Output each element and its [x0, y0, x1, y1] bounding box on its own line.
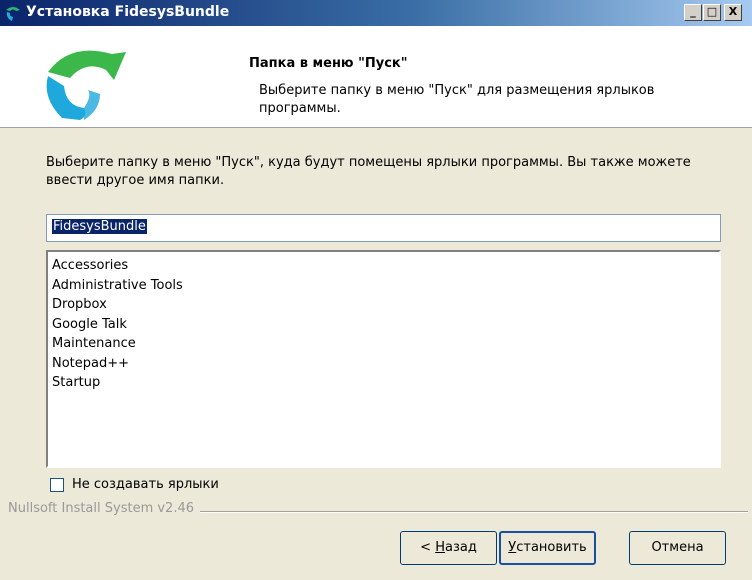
back-button-mnemonic: Н	[435, 540, 445, 555]
folder-list-item[interactable]: Accessories	[52, 256, 715, 276]
folder-list-item[interactable]: Dropbox	[52, 295, 715, 315]
back-button-prefix: <	[420, 540, 436, 555]
folder-list-item[interactable]: Administrative Tools	[52, 276, 715, 296]
folder-list-item[interactable]: Maintenance	[52, 334, 715, 354]
window-title: Установка FidesysBundle	[26, 4, 230, 20]
install-button-rest: становить	[516, 540, 587, 555]
back-button[interactable]: < Назад	[400, 531, 497, 565]
no-shortcuts-label[interactable]: Не создавать ярлыки	[72, 477, 219, 492]
folder-list-item[interactable]: Notepad++	[52, 354, 715, 374]
folder-input-selected-text: FidesysBundle	[52, 219, 147, 234]
minimize-button[interactable]: _	[684, 4, 702, 21]
title-bar[interactable]: Установка FidesysBundle _ □ X	[0, 0, 752, 26]
no-shortcuts-checkbox[interactable]	[50, 478, 64, 492]
close-button[interactable]: X	[724, 4, 742, 21]
folder-list-item[interactable]: Google Talk	[52, 315, 715, 335]
instructions-text: Выберите папку в меню "Пуск", куда будут…	[46, 155, 691, 188]
back-button-rest: азад	[444, 540, 477, 555]
fidesys-logo-icon	[46, 50, 126, 120]
start-menu-folder-input[interactable]: FidesysBundle	[46, 214, 721, 242]
header-panel: Папка в меню "Пуск" Выберите папку в мен…	[0, 26, 752, 128]
cancel-button[interactable]: Отмена	[629, 531, 726, 565]
page-title: Папка в меню "Пуск"	[249, 56, 408, 71]
installer-app-icon	[6, 7, 20, 21]
page-subtitle: Выберите папку в меню "Пуск" для размеще…	[259, 83, 655, 116]
nsis-branding: Nullsoft Install System v2.46	[8, 501, 201, 516]
folder-list-item[interactable]: Startup	[52, 373, 715, 393]
maximize-button[interactable]: □	[703, 4, 721, 21]
install-button[interactable]: Установить	[499, 531, 596, 565]
start-menu-folder-list[interactable]: Accessories Administrative Tools Dropbox Go…	[46, 250, 721, 468]
